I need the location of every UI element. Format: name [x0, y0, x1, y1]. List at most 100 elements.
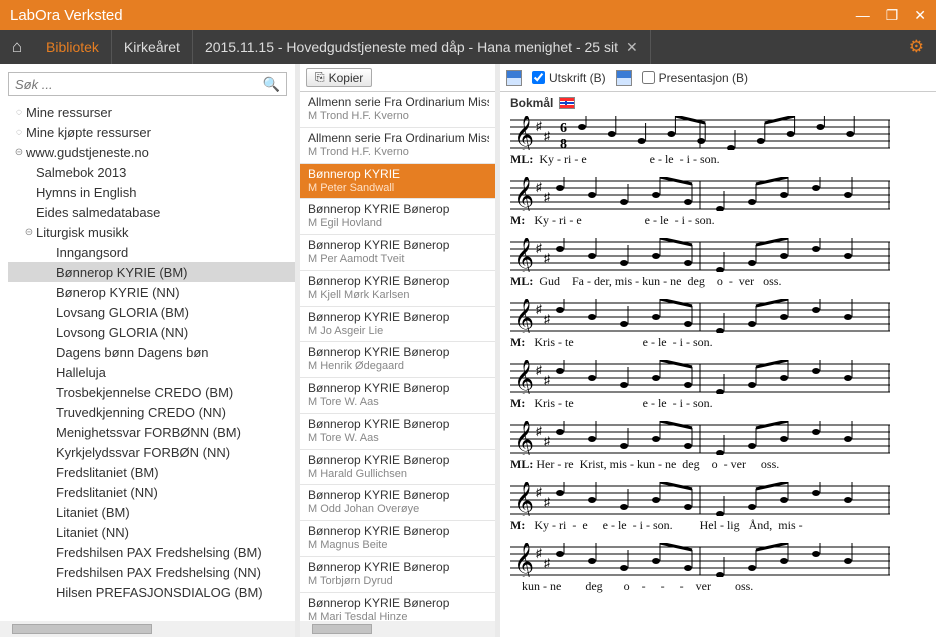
tab-bibliotek[interactable]: Bibliotek — [34, 30, 112, 64]
list-item-subtitle: M Henrik Ødegaard — [308, 360, 489, 374]
tree-item[interactable]: Lovsang GLORIA (BM) — [8, 302, 295, 322]
list-item-subtitle: M Jo Asgeir Lie — [308, 325, 489, 339]
sheet-music-view: 𝄞 ♯ ♯6 8ML: Ky - ri - e e - le - i - son… — [500, 116, 936, 637]
svg-text:♯: ♯ — [544, 373, 550, 387]
expand-icon[interactable]: ◌ — [12, 107, 26, 118]
staff-line: 𝄞 ♯ ♯M: Ky - ri - e e - le - i - son. — [510, 177, 926, 232]
tree-item[interactable]: Fredslitaniet (NN) — [8, 482, 295, 502]
copy-button[interactable]: ⎘ Kopier — [306, 68, 372, 87]
tree-item[interactable]: Salmebok 2013 — [8, 162, 295, 182]
tab-document[interactable]: 2015.11.15 - Hovedgudstjeneste med dåp -… — [193, 30, 651, 64]
tree-item[interactable]: Halleluja — [8, 362, 295, 382]
search-icon[interactable]: 🔍 — [263, 76, 280, 93]
list-item[interactable]: Bønnerop KYRIE BøneropM Kjell Mørk Karls… — [300, 271, 495, 307]
tree-item[interactable]: Hilsen PREFASJONSDIALOG (BM) — [8, 582, 295, 602]
tree-item[interactable]: ⊝www.gudstjeneste.no — [8, 142, 295, 162]
tree-item[interactable]: Litaniet (NN) — [8, 522, 295, 542]
tree-item[interactable]: Fredshilsen PAX Fredshelsing (NN) — [8, 562, 295, 582]
list-item-subtitle: M Trond H.F. Kverno — [308, 146, 489, 160]
tab-kirkeaaret[interactable]: Kirkeåret — [112, 30, 193, 64]
lyric-line: ML: Her - re Krist, mis - kun - ne deg o… — [510, 455, 926, 476]
tree-item[interactable]: Bønnerop KYRIE (BM) — [8, 262, 295, 282]
expand-icon[interactable]: ⊝ — [22, 227, 36, 238]
list-item-subtitle: M Tore W. Aas — [308, 396, 489, 410]
list-item[interactable]: Bønnerop KYRIE BøneropM Henrik Ødegaard — [300, 342, 495, 378]
svg-text:♯: ♯ — [544, 312, 550, 326]
layout-icon[interactable] — [506, 70, 522, 86]
list-item-subtitle: M Egil Hovland — [308, 217, 489, 231]
print-checkbox[interactable] — [532, 71, 545, 84]
tree-item[interactable]: Bønerop KYRIE (NN) — [8, 282, 295, 302]
svg-text:♯: ♯ — [536, 119, 542, 133]
list-item[interactable]: Bønnerop KYRIE BøneropM Jo Asgeir Lie — [300, 307, 495, 343]
close-icon[interactable]: ✕ — [914, 7, 926, 24]
close-tab-icon[interactable]: ✕ — [626, 39, 638, 56]
tree-item[interactable]: Eides salmedatabase — [8, 202, 295, 222]
expand-icon[interactable]: ◌ — [12, 127, 26, 138]
list-item[interactable]: Bønnerop KYRIE BøneropM Mari Tesdal Hinz… — [300, 593, 495, 622]
svg-text:♯: ♯ — [536, 485, 542, 499]
lyric-line: M: Ky - ri - e e - le - i - son. Hel - l… — [510, 516, 926, 537]
svg-text:♯: ♯ — [536, 546, 542, 560]
presentation-toggle[interactable]: Presentasjon (B) — [642, 71, 748, 85]
list-item-subtitle: M Per Aamodt Tveit — [308, 253, 489, 267]
tree-item[interactable]: Litaniet (BM) — [8, 502, 295, 522]
list-item-subtitle: M Kjell Mørk Karlsen — [308, 289, 489, 303]
horizontal-scrollbar[interactable] — [0, 621, 295, 637]
maximize-icon[interactable]: ❐ — [886, 7, 899, 24]
svg-text:6: 6 — [560, 121, 567, 136]
tree-item[interactable]: ⊝Liturgisk musikk — [8, 222, 295, 242]
list-item[interactable]: Bønnerop KYRIE BøneropM Magnus Beite — [300, 521, 495, 557]
minimize-icon[interactable]: — — [856, 7, 870, 24]
list-item[interactable]: Bønnerop KYRIE BøneropM Egil Hovland — [300, 199, 495, 235]
piece-list: Allmenn serie Fra Ordinarium Miss M Trond… — [300, 92, 495, 621]
list-item[interactable]: Bønnerop KYRIE BøneropM Tore W. Aas — [300, 414, 495, 450]
list-item-subtitle: M Torbjørn Dyrud — [308, 575, 489, 589]
layout-icon[interactable] — [616, 70, 632, 86]
list-item[interactable]: Bønnerop KYRIE BøneropM Odd Johan Overøy… — [300, 485, 495, 521]
svg-text:♯: ♯ — [536, 180, 542, 194]
list-item-title: Bønnerop KYRIE Bønerop — [308, 202, 489, 217]
tree-item[interactable]: ◌Mine ressurser — [8, 102, 295, 122]
svg-text:𝄞: 𝄞 — [514, 299, 534, 333]
list-item-subtitle: M Magnus Beite — [308, 539, 489, 553]
list-item[interactable]: Bønnerop KYRIE BøneropM Tore W. Aas — [300, 378, 495, 414]
tree-item[interactable]: Trosbekjennelse CREDO (BM) — [8, 382, 295, 402]
print-toggle[interactable]: Utskrift (B) — [532, 71, 606, 85]
titlebar: LabOra Verksted — ❐ ✕ — [0, 0, 936, 30]
tree-item[interactable]: Menighetssvar FORBØNN (BM) — [8, 422, 295, 442]
list-item-title: Allmenn serie Fra Ordinarium Miss — [308, 95, 489, 110]
settings-icon[interactable]: ⚙ — [897, 30, 936, 64]
svg-text:𝄞: 𝄞 — [514, 116, 534, 150]
presentation-checkbox[interactable] — [642, 71, 655, 84]
tree-item[interactable]: Lovsong GLORIA (NN) — [8, 322, 295, 342]
list-item[interactable]: Allmenn serie Fra Ordinarium MissM Trond… — [300, 92, 495, 128]
staff-line: 𝄞 ♯ ♯M: Kris - te e - le - i - son. — [510, 360, 926, 415]
tree-item[interactable]: Truvedkjenning CREDO (NN) — [8, 402, 295, 422]
tree-item[interactable]: Inngangsord — [8, 242, 295, 262]
svg-text:𝄞: 𝄞 — [514, 360, 534, 394]
search-box[interactable]: 🔍 — [8, 72, 287, 96]
tree-item[interactable]: Dagens bønn Dagens bøn — [8, 342, 295, 362]
lyric-line: M: Ky - ri - e e - le - i - son. — [510, 211, 926, 232]
list-item[interactable]: Bønnerop KYRIE BøneropM Per Aamodt Tveit — [300, 235, 495, 271]
tree-item[interactable]: Kyrkjelydssvar FORBØN (NN) — [8, 442, 295, 462]
horizontal-scrollbar[interactable] — [300, 621, 495, 637]
flag-icon — [559, 97, 575, 109]
list-item[interactable]: Allmenn serie Fra Ordinarium MissaM Tron… — [300, 128, 495, 164]
tree-item[interactable]: ◌Mine kjøpte ressurser — [8, 122, 295, 142]
svg-text:𝄞: 𝄞 — [514, 482, 534, 516]
tree-item[interactable]: Hymns in English — [8, 182, 295, 202]
staff-line: 𝄞 ♯ ♯6 8ML: Ky - ri - e e - le - i - son… — [510, 116, 926, 171]
expand-icon[interactable]: ⊝ — [12, 147, 26, 158]
search-input[interactable] — [15, 77, 263, 92]
tree-item[interactable]: Fredslitaniet (BM) — [8, 462, 295, 482]
list-item[interactable]: Bønnerop KYRIE BøneropM Torbjørn Dyrud — [300, 557, 495, 593]
home-icon[interactable]: ⌂ — [0, 30, 34, 64]
tree-item[interactable]: Fredshilsen PAX Fredshelsing (BM) — [8, 542, 295, 562]
svg-text:♯: ♯ — [536, 363, 542, 377]
list-item[interactable]: Bønnerop KYRIEM Peter Sandwall — [300, 164, 495, 200]
resource-tree: ◌Mine ressurser ◌Mine kjøpte ressurser ⊝… — [0, 100, 295, 621]
staff-line: 𝄞 ♯ ♯M: Ky - ri - e e - le - i - son. He… — [510, 482, 926, 537]
list-item[interactable]: Bønnerop KYRIE BøneropM Harald Gullichse… — [300, 450, 495, 486]
